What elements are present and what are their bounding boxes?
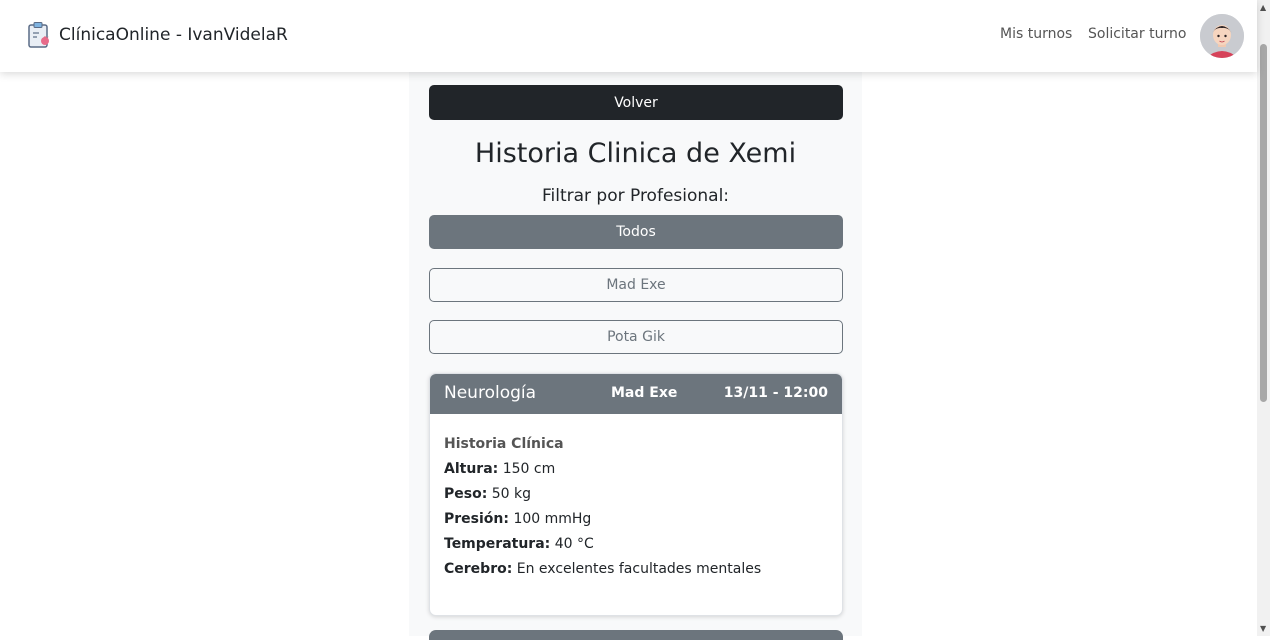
record-card: Neurología Mad Exe 13/11 - 12:00 Histori… [429,373,843,616]
scroll-down-arrow-icon[interactable]: ▼ [1260,624,1266,633]
field-label: Peso: [444,486,488,502]
back-button[interactable]: Volver [429,85,843,120]
record-field-presion: Presión: 100 mmHg [444,511,828,527]
filter-all-button[interactable]: Todos [429,215,843,249]
user-avatar[interactable] [1200,14,1244,58]
nav-solicitar-turno[interactable]: Solicitar turno [1088,26,1186,42]
page-scrollbar[interactable]: ▲ ▼ [1257,0,1270,636]
field-value: 100 mmHg [513,511,592,527]
record-specialty: Neurología [444,383,537,403]
record-datetime: 13/11 - 12:00 [723,385,828,401]
navbar: ClínicaOnline - IvanVidelaR Mis turnos S… [0,0,1257,72]
filter-pota-gik-button[interactable]: Pota Gik [429,320,843,354]
field-label: Presión: [444,511,509,527]
field-label: Altura: [444,461,499,477]
field-value: 150 cm [502,461,556,477]
scroll-up-arrow-icon[interactable]: ▲ [1260,3,1266,12]
next-record-card-header [429,630,843,640]
field-value: 40 °C [554,536,594,552]
clipboard-icon [28,22,49,48]
record-field-altura: Altura: 150 cm [444,461,828,477]
filter-mad-exe-button[interactable]: Mad Exe [429,268,843,302]
field-label: Cerebro: [444,561,513,577]
field-value: 50 kg [491,486,532,502]
field-label: Temperatura: [444,536,551,552]
record-field-temperatura: Temperatura: 40 °C [444,536,828,552]
scroll-thumb[interactable] [1260,44,1267,402]
record-field-peso: Peso: 50 kg [444,486,828,502]
history-panel: Volver Historia Clinica de Xemi Filtrar … [409,72,862,640]
brand-title: ClínicaOnline - IvanVidelaR [59,25,288,45]
record-card-header: Neurología Mad Exe 13/11 - 12:00 [430,374,842,414]
page-title: Historia Clinica de Xemi [474,138,797,169]
brand-link[interactable]: ClínicaOnline - IvanVidelaR [27,21,288,49]
record-section-title: Historia Clínica [444,436,564,452]
record-card-body: Historia Clínica Altura: 150 cm Peso: 50… [430,414,842,608]
field-value: En excelentes facultades mentales [516,561,762,577]
nav-mis-turnos[interactable]: Mis turnos [1000,26,1072,42]
record-field-cerebro: Cerebro: En excelentes facultades mental… [444,561,828,577]
record-professional: Mad Exe [611,385,678,401]
filter-label: Filtrar por Profesional: [541,186,730,206]
avatar-icon [1200,14,1244,58]
